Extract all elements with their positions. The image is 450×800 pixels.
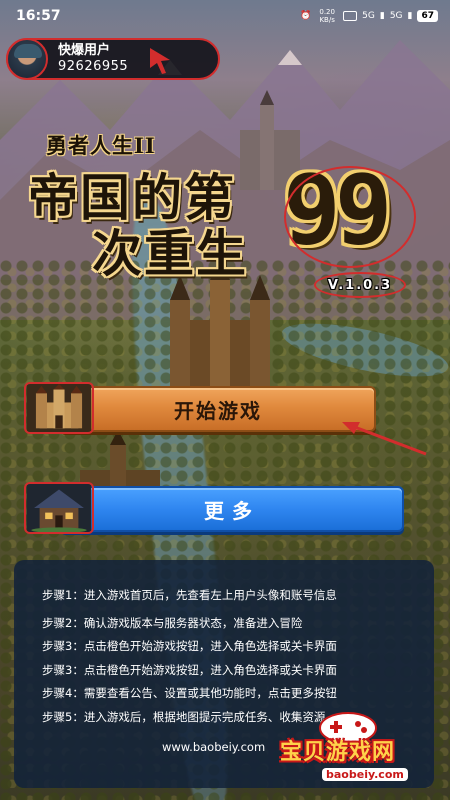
status-bar: 16:57 ⏰ 0.20 KB/s 5G ▮ 5G ▮ 67 [0, 0, 450, 32]
alarm-icon: ⏰ [299, 11, 312, 21]
signal-bars-icon: ▮ [379, 11, 385, 21]
user-info: 快爆用户 92626955 [58, 43, 128, 75]
net-speed: 0.20 KB/s [319, 8, 335, 24]
pointer-arrow-icon [150, 48, 170, 74]
user-profile-card[interactable]: 快爆用户 92626955 [6, 38, 220, 80]
more-button[interactable]: 更多 [60, 486, 404, 532]
version-label: V.1.0.3 [314, 272, 406, 298]
step-line: 步骤3：点击橙色开始游戏按钮，进入角色选择或关卡界面 [42, 662, 337, 677]
step-line: 步骤2：确认游戏版本与服务器状态，准备进入冒险 [42, 615, 303, 630]
pointer-arrow-icon-2 [342, 422, 427, 456]
hd-icon [343, 11, 358, 21]
signal-5g-1: 5G [362, 11, 375, 21]
status-icons: ⏰ 0.20 KB/s 5G ▮ 5G ▮ 67 [300, 8, 438, 24]
logo-title-line2: 次重生 [92, 224, 248, 283]
watermark-logo: 宝贝游戏网 baobeiy.com [274, 704, 430, 800]
watermark-text: 宝贝游戏网 [280, 740, 396, 765]
signal-bars-icon-2: ▮ [407, 11, 413, 21]
game-logo: 勇者人生II 帝国的第 次重生 99 V.1.0.3 [28, 130, 428, 300]
house-icon [24, 482, 94, 534]
signal-5g-2: 5G [389, 11, 403, 21]
annotation-ring-number [284, 166, 416, 268]
step-line: 步骤1：进入游戏首页后，先查看左上用户头像和账号信息 [42, 588, 337, 602]
watermark-url: baobeiy.com [322, 768, 408, 781]
start-game-button[interactable]: 开始游戏 [60, 386, 376, 432]
battery-level: 67 [417, 10, 438, 22]
clock: 16:57 [16, 8, 61, 24]
site-url: www.baobeiy.com [162, 740, 266, 754]
step-line: 步骤4：需要查看公告、设置或其他功能时，点击更多按钮 [42, 686, 337, 700]
logo-subtitle: 勇者人生II [46, 133, 156, 158]
avatar[interactable] [6, 38, 48, 80]
castle-icon [24, 382, 94, 434]
user-id: 92626955 [58, 59, 129, 74]
user-name: 快爆用户 [58, 43, 111, 58]
step-line: 步骤3：点击橙色开始游戏按钮，进入角色选择或关卡界面 [42, 639, 337, 653]
